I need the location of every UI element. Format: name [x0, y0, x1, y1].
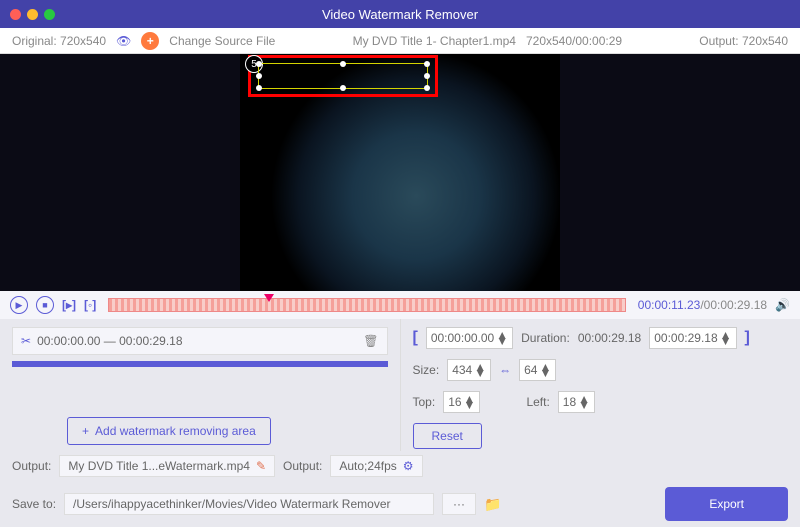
footer: Save to: /Users/ihappyacethinker/Movies/… [0, 481, 800, 527]
maximize-icon[interactable] [44, 9, 55, 20]
titlebar: Video Watermark Remover [0, 0, 800, 28]
output-format-box: Auto;24fps ⚙ [330, 455, 422, 477]
output-label: Output: [12, 459, 51, 473]
minimize-icon[interactable] [27, 9, 38, 20]
bracket-end-icon[interactable]: ] [745, 329, 750, 347]
clips-panel: ✂ 00:00:00.00 — 00:00:29.18 🗑 + Add water… [0, 319, 401, 451]
frame-back-button[interactable]: [▸] [62, 298, 76, 312]
annotation-highlight: 5 [248, 55, 438, 97]
timeline[interactable] [108, 298, 626, 312]
output-format: Auto;24fps [339, 459, 396, 473]
bracket-start-icon[interactable]: [ [413, 329, 418, 347]
edit-icon[interactable]: ✎ [256, 459, 266, 473]
clip-timeline[interactable] [12, 361, 388, 367]
watermark-selection[interactable] [258, 63, 428, 89]
down-icon[interactable]: ▼ [578, 402, 590, 408]
link-icon[interactable]: ⇔ [499, 363, 511, 377]
left-label: Left: [526, 395, 549, 409]
handle-icon[interactable] [340, 61, 346, 67]
duration-value: 00:00:29.18 [578, 331, 641, 345]
start-time-input[interactable]: 00:00:00.00▲▼ [426, 327, 513, 349]
save-label: Save to: [12, 497, 56, 511]
handle-icon[interactable] [256, 85, 262, 91]
output-file-box: My DVD Title 1...eWatermark.mp4 ✎ [59, 455, 275, 477]
left-input[interactable]: 18▲▼ [558, 391, 595, 413]
clip-range: 00:00:00.00 — 00:00:29.18 [37, 334, 182, 348]
down-icon[interactable]: ▼ [496, 338, 508, 344]
visibility-icon[interactable]: 👁 [116, 34, 131, 48]
volume-icon[interactable]: 🔊 [775, 298, 790, 312]
video-frame[interactable]: 5 [240, 54, 560, 291]
top-label: Top: [413, 395, 436, 409]
gear-icon[interactable]: ⚙ [403, 459, 414, 473]
close-icon[interactable] [10, 9, 21, 20]
end-time-input[interactable]: 00:00:29.18▲▼ [649, 327, 736, 349]
handle-icon[interactable] [256, 73, 262, 79]
down-icon[interactable]: ▼ [464, 402, 476, 408]
file-meta: 720x540/00:00:29 [526, 34, 622, 48]
output-size: Output: 720x540 [699, 34, 788, 48]
output-row: Output: My DVD Title 1...eWatermark.mp4 … [0, 451, 800, 481]
traffic-lights [10, 9, 55, 20]
add-area-button[interactable]: + Add watermark removing area [67, 417, 271, 445]
frame-fwd-button[interactable]: [◦] [84, 298, 96, 312]
handle-icon[interactable] [256, 61, 262, 67]
playhead-icon[interactable] [264, 294, 274, 302]
width-input[interactable]: 434▲▼ [447, 359, 491, 381]
delete-icon[interactable]: 🗑 [363, 334, 378, 348]
browse-button[interactable]: ··· [442, 493, 476, 515]
folder-icon[interactable]: 📁 [484, 496, 501, 513]
export-button[interactable]: Export [665, 487, 788, 521]
scissors-icon: ✂ [21, 334, 31, 348]
original-size: Original: 720x540 [12, 34, 106, 48]
plus-icon: + [82, 424, 89, 438]
add-icon[interactable]: + [141, 32, 159, 50]
save-path: /Users/ihappyacethinker/Movies/Video Wat… [64, 493, 434, 515]
handle-icon[interactable] [424, 85, 430, 91]
handle-icon[interactable] [340, 85, 346, 91]
height-input[interactable]: 64▲▼ [519, 359, 556, 381]
output-file: My DVD Title 1...eWatermark.mp4 [68, 459, 250, 473]
change-source[interactable]: Change Source File [169, 34, 275, 48]
duration-label: Duration: [521, 331, 570, 345]
reset-button[interactable]: Reset [413, 423, 482, 449]
size-label: Size: [413, 363, 440, 377]
down-icon[interactable]: ▼ [539, 370, 551, 376]
time-display: 00:00:11.23/00:00:29.18 [638, 298, 767, 312]
handle-icon[interactable] [424, 73, 430, 79]
down-icon[interactable]: ▼ [474, 370, 486, 376]
clip-item[interactable]: ✂ 00:00:00.00 — 00:00:29.18 🗑 [12, 327, 388, 355]
transport-controls: ▶ ■ [▸] [◦] 00:00:11.23/00:00:29.18 🔊 [0, 291, 800, 319]
preview-area: 5 [0, 54, 800, 291]
file-name: My DVD Title 1- Chapter1.mp4 [353, 34, 516, 48]
top-input[interactable]: 16▲▼ [443, 391, 480, 413]
handle-icon[interactable] [424, 61, 430, 67]
output-label-2: Output: [283, 459, 322, 473]
add-area-label: Add watermark removing area [95, 424, 256, 438]
stop-button[interactable]: ■ [36, 296, 54, 314]
app-title: Video Watermark Remover [322, 7, 478, 22]
play-button[interactable]: ▶ [10, 296, 28, 314]
info-bar: Original: 720x540 👁 + Change Source File… [0, 28, 800, 54]
properties-panel: [ 00:00:00.00▲▼ Duration: 00:00:29.18 00:… [401, 319, 800, 451]
down-icon[interactable]: ▼ [720, 338, 732, 344]
